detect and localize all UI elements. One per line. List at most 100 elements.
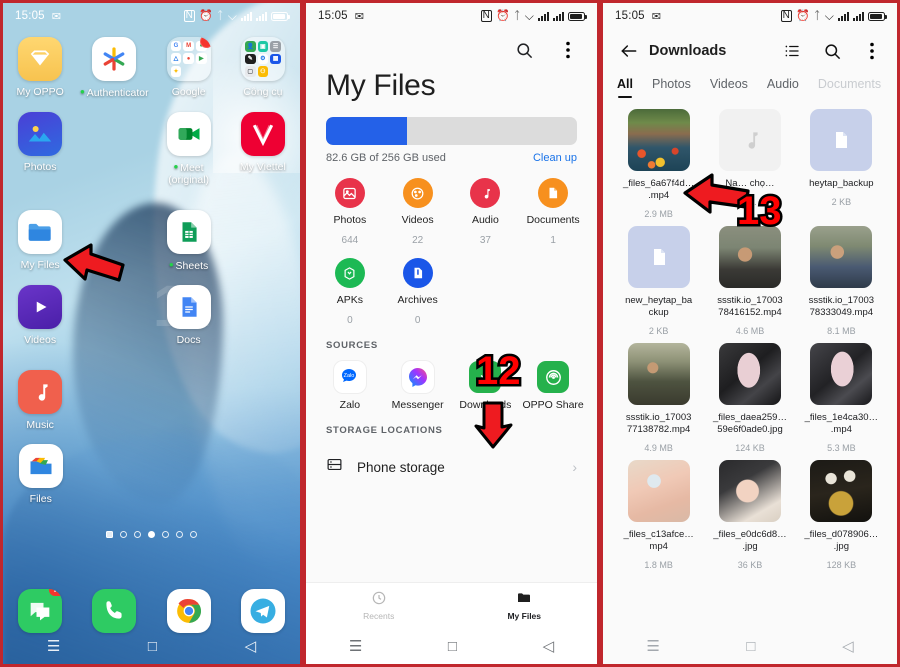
more-icon[interactable] [859,38,885,64]
home-app-my-oppo[interactable]: My OPPO [3,37,77,99]
home-app-docs[interactable]: Docs [152,285,226,346]
page-title: Downloads [649,43,727,59]
bluetooth-icon: ᛏ [813,9,821,22]
file-item[interactable]: _files_daea259… 59e6f0ade0.jpg 124 KB [704,339,795,453]
file-item[interactable]: _files_6a67f4d… .mp4 2.9 MB [613,105,704,219]
category-label: APKs [336,294,363,306]
home-app-my-files[interactable]: My Files [3,210,77,272]
file-item[interactable]: new_heytap_ba ckup 2 KB [613,222,704,336]
category-videos[interactable]: Videos 22 [384,178,452,246]
home-app-photos[interactable]: Photos [3,112,77,186]
telegram-icon [240,589,285,633]
file-size: 4.6 MB [735,326,765,336]
page-dot[interactable] [162,531,169,538]
category-label: Archives [397,294,438,306]
list-view-icon[interactable] [779,38,805,64]
home-app-files[interactable]: Files [3,444,79,505]
back-arrow-icon[interactable] [615,37,643,65]
menu-icon[interactable]: ☰ [349,637,362,655]
tab-videos[interactable]: Videos [710,77,748,98]
file-name: _files_d078906… .jpg [804,529,879,552]
file-name: _files_c13afce… mp4 [623,529,694,552]
home-icon[interactable]: □ [448,638,457,655]
tab-audio[interactable]: Audio [767,77,799,98]
home-app-authenticator[interactable]: Authenticator [77,37,151,99]
source-downloads[interactable]: Downloads [452,361,520,411]
bottom-tab-recents[interactable]: Recents [306,590,452,621]
bottom-tab-label: My Files [507,611,542,621]
clock-icon [371,590,387,608]
dock-app-phone[interactable] [77,589,151,633]
home-dock: 79 [3,589,300,633]
page-dot[interactable] [190,531,197,538]
menu-icon[interactable]: ☰ [646,637,659,655]
messages-icon: 79 [18,589,63,633]
chrome-icon [166,589,211,633]
audio-icon [470,178,501,208]
bottom-tab-my-files[interactable]: My Files [452,590,598,621]
storage-location-phone[interactable]: Phone storage › [306,442,597,492]
back-icon[interactable]: ◁ [842,637,854,655]
more-icon[interactable] [555,37,581,63]
search-icon[interactable] [819,38,845,64]
back-icon[interactable]: ◁ [543,637,555,655]
search-icon[interactable] [511,37,537,63]
file-item[interactable]: _files_e0dc6d8… .jpg 36 KB [704,456,795,570]
nfc-icon: N [780,10,792,22]
home-folder-google[interactable]: G M ● △ ● ▶ ✦ Google [152,37,226,99]
alarm-icon: ⏰ [795,9,810,22]
file-item[interactable]: _files_1e4ca30… .mp4 5.3 MB [796,339,887,453]
storage-bar [306,103,597,145]
source-oppo-share[interactable]: OPPO Share [519,361,587,411]
photos-icon [18,112,63,156]
category-archives[interactable]: Archives 0 [384,258,452,326]
category-documents[interactable]: Documents 1 [519,178,587,246]
category-photos[interactable]: Photos 644 [316,178,384,246]
file-name: ssstik.io_17003 78416152.mp4 [717,295,783,318]
dock-app-telegram[interactable] [226,589,300,633]
page-dot-home[interactable] [106,531,113,538]
dock-app-chrome[interactable] [152,589,226,633]
battery-icon [271,11,290,21]
category-apks[interactable]: APKs 0 [316,258,384,326]
page-dot[interactable] [176,531,183,538]
home-icon[interactable]: □ [746,638,755,655]
home-app-music[interactable]: Music [3,370,77,431]
home-icon[interactable]: □ [148,638,157,655]
notification-badge-icon [199,37,211,48]
source-zalo[interactable]: Zalo Zalo [316,361,384,411]
page-dot-active[interactable] [148,531,155,538]
my-files-icon [18,210,63,254]
status-bar: 15:05 ✉ N ⏰ ᛏ ⌵ [603,3,897,29]
file-item[interactable]: ssstik.io_17003 77138782.mp4 4.9 MB [613,339,704,453]
clean-up-button[interactable]: Clean up [533,152,577,164]
category-audio[interactable]: Audio 37 [452,178,520,246]
home-app-meet[interactable]: Meet (original) [152,112,226,186]
downloads-file-grid: _files_6a67f4d… .mp4 2.9 MB Na… chọ… 3… … [603,98,897,570]
home-app-label: Photos [23,161,57,173]
file-item[interactable]: _files_d078906… .jpg 128 KB [796,456,887,570]
folder-icon [516,590,532,608]
dock-app-messages[interactable]: 79 [3,589,77,633]
file-size: 2 KB [831,197,852,207]
tab-all[interactable]: All [617,77,633,98]
file-item[interactable]: _files_c13afce… mp4 1.8 MB [613,456,704,570]
file-item[interactable]: heytap_backup 2 KB [796,105,887,219]
page-indicator[interactable] [3,531,300,538]
home-app-sheets[interactable]: Sheets [152,210,226,272]
home-folder-label: Google [171,86,206,98]
tab-photos[interactable]: Photos [652,77,691,98]
back-icon[interactable]: ◁ [245,637,257,655]
file-item[interactable]: ssstik.io_17003 78333049.mp4 8.1 MB [796,222,887,336]
home-app-my-viettel[interactable]: My Viettel [226,112,300,186]
page-dot[interactable] [134,531,141,538]
home-app-videos[interactable]: Videos [3,285,77,346]
source-messenger[interactable]: Messenger [384,361,452,411]
home-screen-panel: 11 15:05 ✉ N ⏰ ᛏ ⌵ [0,0,303,667]
tab-documents[interactable]: Documents [818,77,881,98]
menu-icon[interactable]: ☰ [47,637,60,655]
page-dot[interactable] [120,531,127,538]
file-item[interactable]: ssstik.io_17003 78416152.mp4 4.6 MB [704,222,795,336]
home-folder-tools[interactable]: 👤 ▣ ☰ ✎ ⚙ ▦ ▢ ⚇ Công cụ [226,37,300,99]
file-item[interactable]: Na… chọ… 3… [704,105,795,219]
